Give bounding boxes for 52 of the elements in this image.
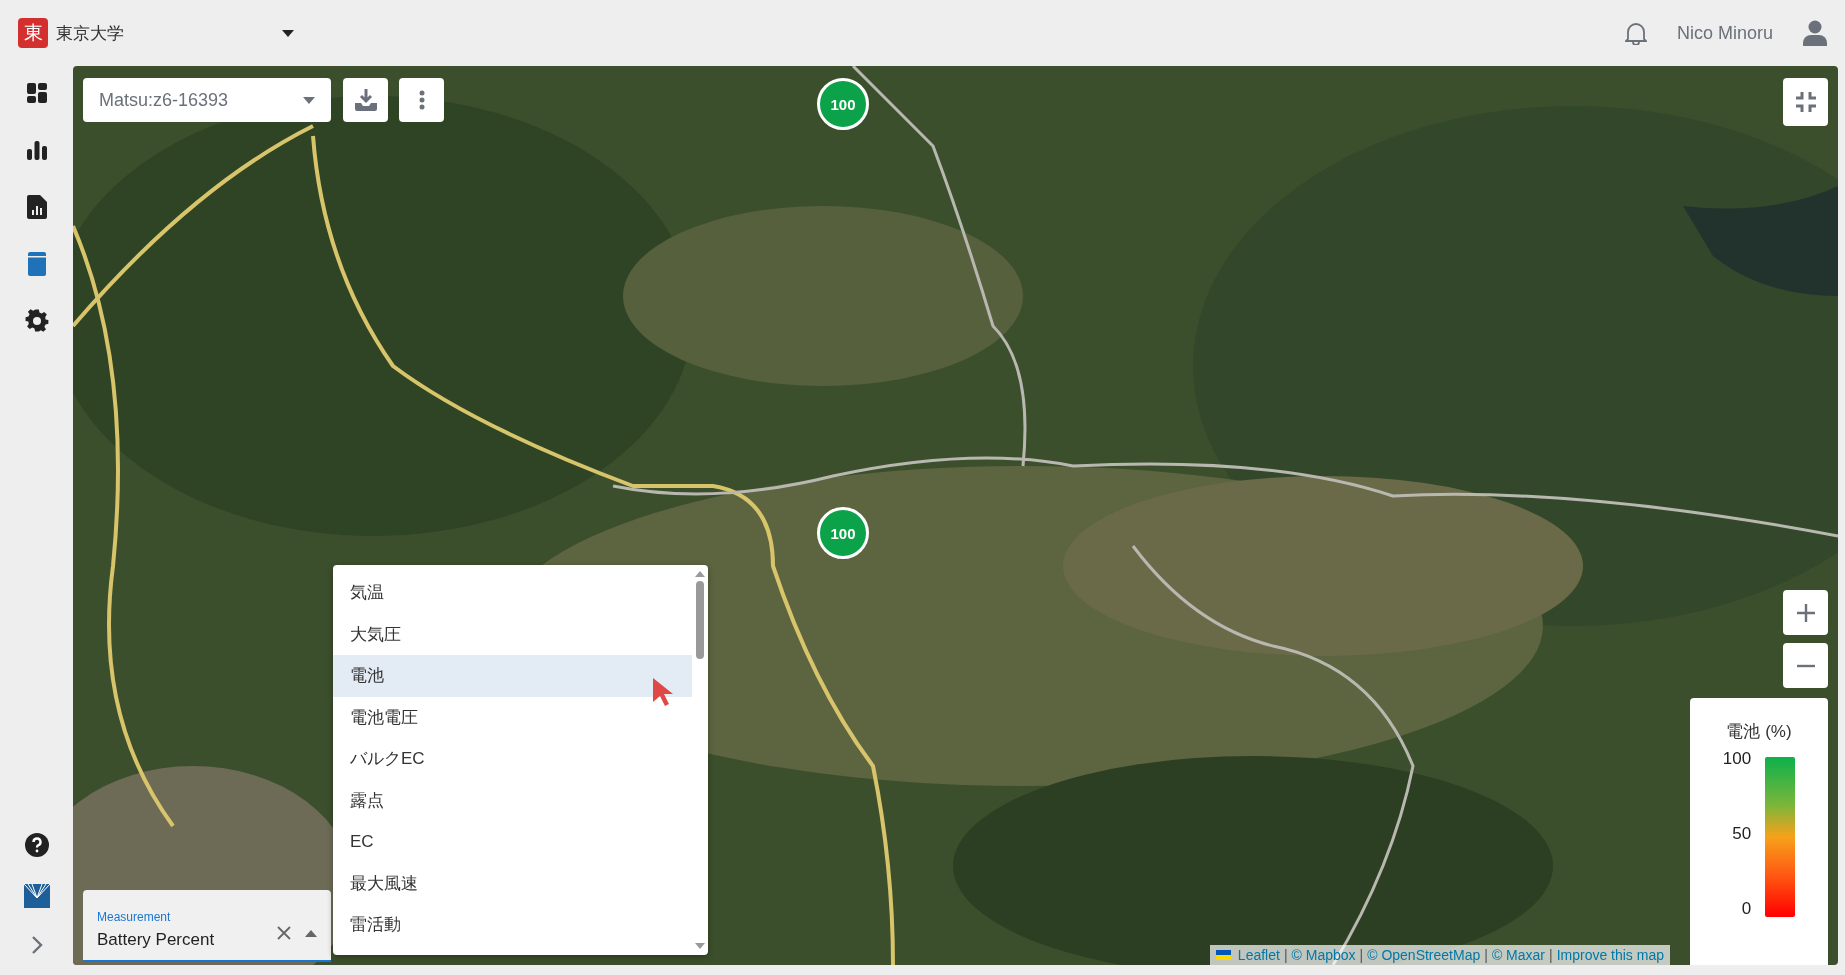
clear-icon[interactable] — [277, 926, 291, 940]
caret-icon[interactable] — [282, 29, 294, 37]
user-avatar-icon[interactable] — [1803, 20, 1827, 46]
legend-tick: 100 — [1722, 749, 1752, 769]
minus-icon — [1795, 663, 1816, 668]
app-logo-icon[interactable] — [23, 884, 50, 908]
plus-icon — [1795, 602, 1816, 623]
exit-fullscreen-icon — [1793, 90, 1818, 114]
menu-option[interactable]: 電池電圧 — [333, 696, 692, 738]
more-options-button[interactable] — [399, 78, 444, 122]
org-logo: 東 — [18, 18, 48, 48]
settings-icon — [24, 309, 49, 333]
expand-chevron-icon[interactable] — [30, 935, 43, 955]
menu-option[interactable]: EC — [333, 821, 692, 863]
layer-select[interactable]: Matsu:z6-16393 — [83, 78, 331, 122]
separator: | — [1359, 947, 1364, 963]
menu-option[interactable]: 最大風速 — [333, 862, 692, 904]
menu-option[interactable]: 電池 — [333, 655, 692, 697]
zoom-in-button[interactable] — [1783, 590, 1828, 635]
exit-fullscreen-button[interactable] — [1783, 78, 1828, 126]
flag-icon — [1215, 950, 1231, 960]
download-icon — [352, 87, 379, 113]
report-icon — [26, 195, 47, 219]
scroll-down-icon[interactable] — [695, 943, 705, 949]
menu-option[interactable]: 雷活動 — [333, 904, 692, 946]
bar-chart-icon — [25, 139, 48, 161]
more-vertical-icon — [418, 90, 425, 110]
menu-option[interactable]: 大気圧 — [333, 613, 692, 655]
dashboard-icon — [25, 82, 48, 104]
legend-tick: 0 — [1741, 899, 1752, 919]
legend-tick: 50 — [1732, 824, 1752, 844]
field-label: Measurement — [97, 910, 172, 924]
org-name: 東京大学 — [56, 22, 124, 45]
separator: | — [1484, 947, 1488, 963]
field-value: Battery Percent — [97, 930, 216, 950]
menu-option[interactable]: 気温 — [333, 572, 692, 614]
download-button[interactable] — [343, 78, 388, 122]
user-name: Nico Minoru — [1676, 22, 1773, 44]
caret-icon — [303, 96, 315, 104]
scrollbar-thumb[interactable] — [696, 581, 704, 659]
zoom-out-button[interactable] — [1783, 643, 1828, 688]
notification-bell-icon[interactable] — [1624, 21, 1647, 45]
legend-title: 電池 (%) — [1726, 721, 1792, 743]
measurement-field[interactable]: Measurement Battery Percent — [83, 890, 331, 962]
menu-option[interactable]: バルクEC — [333, 738, 692, 780]
separator: | — [1283, 947, 1288, 963]
help-icon[interactable] — [24, 833, 49, 857]
menu-option[interactable]: 露点 — [333, 779, 692, 821]
scroll-up-icon[interactable] — [695, 571, 705, 577]
cursor-icon — [652, 677, 674, 707]
separator: | — [1549, 947, 1553, 963]
device-icon — [27, 252, 46, 276]
